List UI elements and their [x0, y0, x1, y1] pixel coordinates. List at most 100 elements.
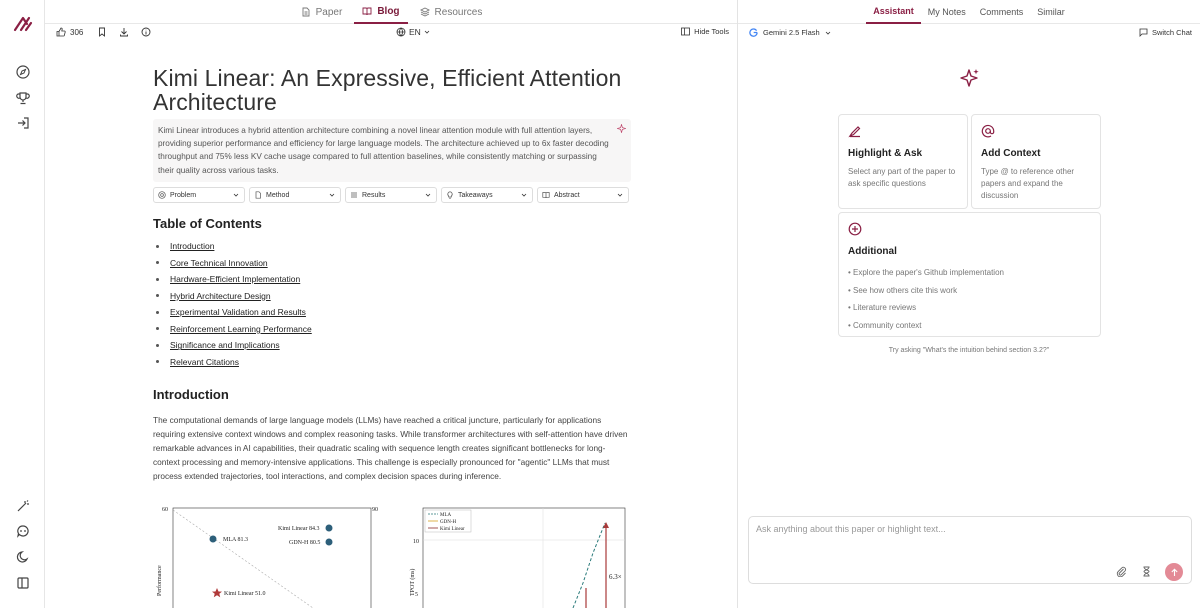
- section-selectors: Problem Method Results Takeaways Abstrac…: [153, 187, 631, 203]
- tab-resources[interactable]: Resources: [412, 0, 491, 24]
- sign-in-icon[interactable]: [14, 114, 32, 132]
- results-select-label: Results: [362, 191, 386, 199]
- chat-icon[interactable]: [14, 522, 32, 540]
- arrow-up-icon: [1170, 568, 1178, 576]
- pen-icon: [848, 126, 861, 138]
- highlight-ask-desc: Select any part of the paper to ask spec…: [848, 167, 956, 188]
- add-context-desc: Type @ to reference other papers and exp…: [981, 167, 1075, 200]
- logo-icon[interactable]: [13, 14, 33, 34]
- file-icon: [255, 191, 261, 199]
- point-mla: [209, 535, 217, 543]
- chevron-down-icon: [329, 193, 335, 197]
- toc-link[interactable]: Experimental Validation and Results: [170, 307, 306, 317]
- switch-chat-label: Switch Chat: [1151, 28, 1192, 37]
- problem-select-label: Problem: [170, 191, 197, 199]
- hide-tools-label: Hide Tools: [694, 27, 729, 36]
- tab-similar[interactable]: Similar: [1030, 0, 1072, 24]
- sparkles-icon: [960, 69, 979, 87]
- tab-comments[interactable]: Comments: [973, 0, 1031, 24]
- label-mla: MLA 81.3: [223, 537, 248, 543]
- toc-item: Relevant Citations: [153, 354, 631, 371]
- toc-link[interactable]: Core Technical Innovation: [170, 258, 268, 268]
- chevron-down-icon: [233, 193, 239, 197]
- problem-select[interactable]: Problem: [153, 187, 245, 203]
- assistant-tabs: Assistant My Notes Comments Similar: [738, 0, 1200, 24]
- tab-blog-label: Blog: [377, 5, 400, 17]
- info-icon[interactable]: [141, 27, 151, 37]
- chevron-down-icon: [424, 30, 430, 34]
- bookmark-icon[interactable]: [97, 27, 107, 37]
- chevron-down-icon: [425, 193, 431, 197]
- page-title: Kimi Linear: An Expressive, Efficient At…: [153, 65, 622, 115]
- hourglass-icon[interactable]: [1141, 566, 1152, 577]
- chevron-down-icon: [521, 193, 527, 197]
- language-select[interactable]: EN: [396, 27, 430, 37]
- tab-blog[interactable]: Blog: [354, 0, 408, 24]
- assistant-panel: Assistant My Notes Comments Similar Gemi…: [738, 0, 1200, 608]
- legend-mla: MLA: [440, 513, 452, 518]
- list-item[interactable]: • Explore the paper's Github implementat…: [848, 264, 1091, 282]
- like-button[interactable]: 306: [56, 27, 83, 37]
- trophy-icon[interactable]: [14, 89, 32, 107]
- book-icon: [542, 192, 550, 199]
- left-y-right-tick: 90: [372, 507, 378, 513]
- toc-link[interactable]: Hybrid Architecture Design: [170, 291, 271, 301]
- label-kimi-linear-star: Kimi Linear 51.0: [224, 591, 266, 597]
- takeaways-select-label: Takeaways: [458, 191, 493, 199]
- add-context-card[interactable]: Add Context Type @ to reference other pa…: [971, 114, 1101, 209]
- download-icon[interactable]: [119, 27, 129, 37]
- hide-tools-button[interactable]: Hide Tools: [681, 27, 729, 36]
- left-ylabel: Performance: [156, 565, 163, 596]
- send-button[interactable]: [1165, 563, 1183, 581]
- abstract-select[interactable]: Abstract: [537, 187, 629, 203]
- intro-paragraph: The computational demands of large langu…: [153, 415, 628, 481]
- compass-icon[interactable]: [14, 63, 32, 81]
- sparkle-icon: [617, 124, 626, 133]
- chat-input-box[interactable]: Ask anything about this paper or highlig…: [748, 516, 1192, 584]
- additional-card: Additional • Explore the paper's Github …: [838, 212, 1101, 337]
- list-item[interactable]: • See how others cite this work: [848, 282, 1091, 300]
- tab-assistant[interactable]: Assistant: [866, 0, 921, 24]
- toc-link[interactable]: Introduction: [170, 241, 214, 251]
- summary-box: Kimi Linear introduces a hybrid attentio…: [153, 119, 631, 182]
- assistant-toolbar: Gemini 2.5 Flash Switch Chat: [738, 24, 1200, 44]
- model-select[interactable]: Gemini 2.5 Flash: [749, 28, 831, 37]
- toc-item: Experimental Validation and Results: [153, 304, 631, 321]
- point-gdn-h: [325, 538, 333, 546]
- tab-paper[interactable]: Paper: [293, 0, 351, 24]
- arrow-head: [603, 522, 609, 528]
- tab-my-notes[interactable]: My Notes: [921, 0, 973, 24]
- left-y-top-tick: 60: [162, 507, 168, 513]
- intro-heading: Introduction: [153, 387, 229, 402]
- toc-link[interactable]: Hardware-Efficient Implementation: [170, 274, 300, 284]
- list-item[interactable]: • Community context: [848, 317, 1091, 335]
- legend-gdn-h: GDN-H: [440, 520, 456, 525]
- lightbulb-icon: [447, 191, 453, 199]
- highlight-ask-card[interactable]: Highlight & Ask Select any part of the p…: [838, 114, 968, 209]
- switch-chat-button[interactable]: Switch Chat: [1139, 28, 1192, 37]
- method-select[interactable]: Method: [249, 187, 341, 203]
- toc-link[interactable]: Reinforcement Learning Performance: [170, 324, 312, 334]
- takeaways-select[interactable]: Takeaways: [441, 187, 533, 203]
- chat-input-placeholder[interactable]: Ask anything about this paper or highlig…: [756, 524, 946, 534]
- moon-icon[interactable]: [14, 548, 32, 566]
- add-context-title: Add Context: [981, 148, 1041, 159]
- app-root: Paper Blog Resources 306 EN Hide Tools K…: [0, 0, 1200, 608]
- label-gdn-h: GDN-H 80.5: [289, 540, 320, 546]
- paperclip-icon[interactable]: [1116, 566, 1127, 577]
- results-select[interactable]: Results: [345, 187, 437, 203]
- sidebar-toggle-icon[interactable]: [14, 574, 32, 592]
- abstract-select-label: Abstract: [554, 191, 580, 199]
- list-icon: [351, 192, 357, 198]
- language-label: EN: [409, 27, 421, 37]
- toc-item: Reinforcement Learning Performance: [153, 321, 631, 338]
- left-rail: [0, 0, 45, 608]
- list-item[interactable]: • Literature reviews: [848, 299, 1091, 317]
- toc-link[interactable]: Relevant Citations: [170, 357, 239, 367]
- chevron-down-icon: [825, 31, 830, 35]
- additional-list: • Explore the paper's Github implementat…: [848, 264, 1091, 334]
- speedup-annotation: 6.3×: [609, 573, 622, 581]
- chevron-down-icon: [617, 193, 623, 197]
- magic-wand-icon[interactable]: [14, 497, 32, 515]
- toc-link[interactable]: Significance and Implications: [170, 340, 280, 350]
